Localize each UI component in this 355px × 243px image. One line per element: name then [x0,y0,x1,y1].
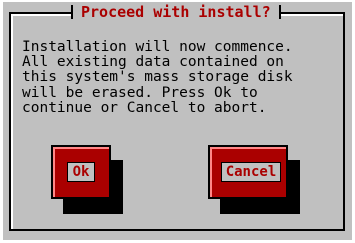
ok-button[interactable]: Ok [51,145,111,199]
cancel-button[interactable]: Cancel [208,145,288,199]
ok-button-label: Ok [72,164,90,180]
ok-button-label-box[interactable]: Ok [67,162,95,182]
cancel-button-label-box[interactable]: Cancel [221,162,281,182]
install-confirm-dialog: Proceed with install? Installation will … [3,2,352,240]
dialog-message: Installation will now commence. All exis… [22,39,293,116]
dialog-title: Proceed with install? [71,2,281,22]
cancel-button-label: Cancel [225,164,277,180]
